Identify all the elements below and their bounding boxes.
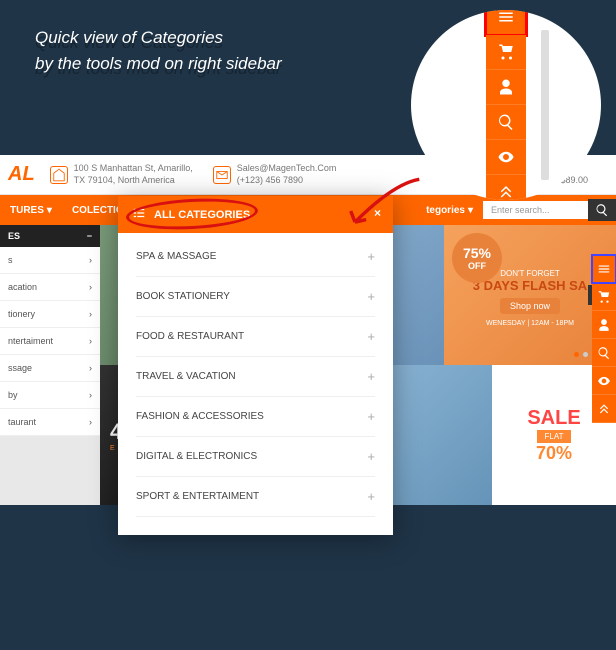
search-input[interactable]: Enter search...	[483, 201, 588, 219]
zoom-menu-icon	[486, 10, 526, 35]
category-item[interactable]: SPORT & ENTERTAIMENT+	[136, 477, 375, 517]
chevron-right-icon: ›	[89, 363, 92, 373]
tool-eye-icon[interactable]	[592, 367, 616, 395]
sidebar-header[interactable]: ES−	[0, 225, 100, 247]
plus-icon: +	[367, 369, 375, 384]
zoom-scrollbar	[541, 30, 549, 180]
category-item[interactable]: FASHION & ACCESSORIES+	[136, 397, 375, 437]
plus-icon: +	[367, 249, 375, 264]
chevron-right-icon: ›	[89, 309, 92, 319]
category-item[interactable]: SPA & MASSAGE+	[136, 237, 375, 277]
all-categories-modal: ALL CATEGORIES × SPA & MASSAGE+ BOOK STA…	[118, 196, 393, 535]
annotation-arrow	[340, 175, 430, 240]
zoom-user-icon	[486, 70, 526, 105]
chevron-right-icon: ›	[89, 255, 92, 265]
tool-top-icon[interactable]	[592, 395, 616, 423]
category-item[interactable]: FOOD & RESTAURANT+	[136, 317, 375, 357]
sidebar-item[interactable]: acation›	[0, 274, 100, 301]
plus-icon: +	[367, 289, 375, 304]
modal-title: ALL CATEGORIES	[154, 209, 250, 221]
sidebar-item[interactable]: ntertaiment›	[0, 328, 100, 355]
location-icon	[50, 166, 68, 184]
chevron-down-icon: ▾	[468, 205, 473, 216]
sidebar-item[interactable]: taurant›	[0, 409, 100, 436]
zoom-eye-icon	[486, 140, 526, 175]
category-item[interactable]: DIGITAL & ELECTRONICS+	[136, 437, 375, 477]
zoom-lens	[411, 10, 601, 200]
tool-user-icon[interactable]	[592, 311, 616, 339]
chevron-right-icon: ›	[89, 282, 92, 292]
list-icon	[132, 206, 146, 223]
tool-search-icon[interactable]	[592, 339, 616, 367]
search-button[interactable]	[588, 199, 616, 221]
zoom-cart-icon	[486, 35, 526, 70]
sidebar-item[interactable]: s›	[0, 247, 100, 274]
plus-icon: +	[367, 489, 375, 504]
chevron-down-icon: ▾	[47, 205, 52, 216]
tool-cart-icon[interactable]	[592, 283, 616, 311]
left-category-sidebar: ES− s› acation› tionery› ntertaiment› ss…	[0, 225, 100, 436]
tool-menu-icon[interactable]	[592, 255, 616, 283]
chevron-right-icon: ›	[89, 390, 92, 400]
plus-icon: +	[367, 329, 375, 344]
flash-sale-banner[interactable]: 75%OFF DON'T FORGET 3 DAYS FLASH SA Shop…	[444, 225, 616, 365]
zoom-top-icon	[486, 175, 526, 200]
mail-icon	[213, 166, 231, 184]
category-item[interactable]: TRAVEL & VACATION+	[136, 357, 375, 397]
category-item[interactable]: BOOK STATIONERY+	[136, 277, 375, 317]
logo: AL	[8, 163, 35, 186]
chevron-right-icon: ›	[89, 417, 92, 427]
chevron-right-icon: ›	[89, 336, 92, 346]
plus-icon: +	[367, 449, 375, 464]
address-block: 100 S Manhattan St, Amarillo,TX 79104, N…	[50, 163, 193, 186]
nav-features[interactable]: TURES ▾	[0, 205, 62, 216]
sidebar-item[interactable]: ssage›	[0, 355, 100, 382]
sidebar-item[interactable]: tionery›	[0, 301, 100, 328]
discount-badge: 75%OFF	[452, 233, 502, 283]
contact-block: Sales@MagenTech.Com(+123) 456 7890	[213, 163, 337, 186]
shop-now-button[interactable]: Shop now	[500, 298, 560, 314]
minus-icon: −	[87, 231, 92, 241]
annotation-caption: Quick view of Categories by the tools mo…	[35, 25, 282, 76]
right-tools-sidebar	[592, 255, 616, 423]
zoom-search-icon	[486, 105, 526, 140]
plus-icon: +	[367, 409, 375, 424]
sidebar-item[interactable]: by›	[0, 382, 100, 409]
